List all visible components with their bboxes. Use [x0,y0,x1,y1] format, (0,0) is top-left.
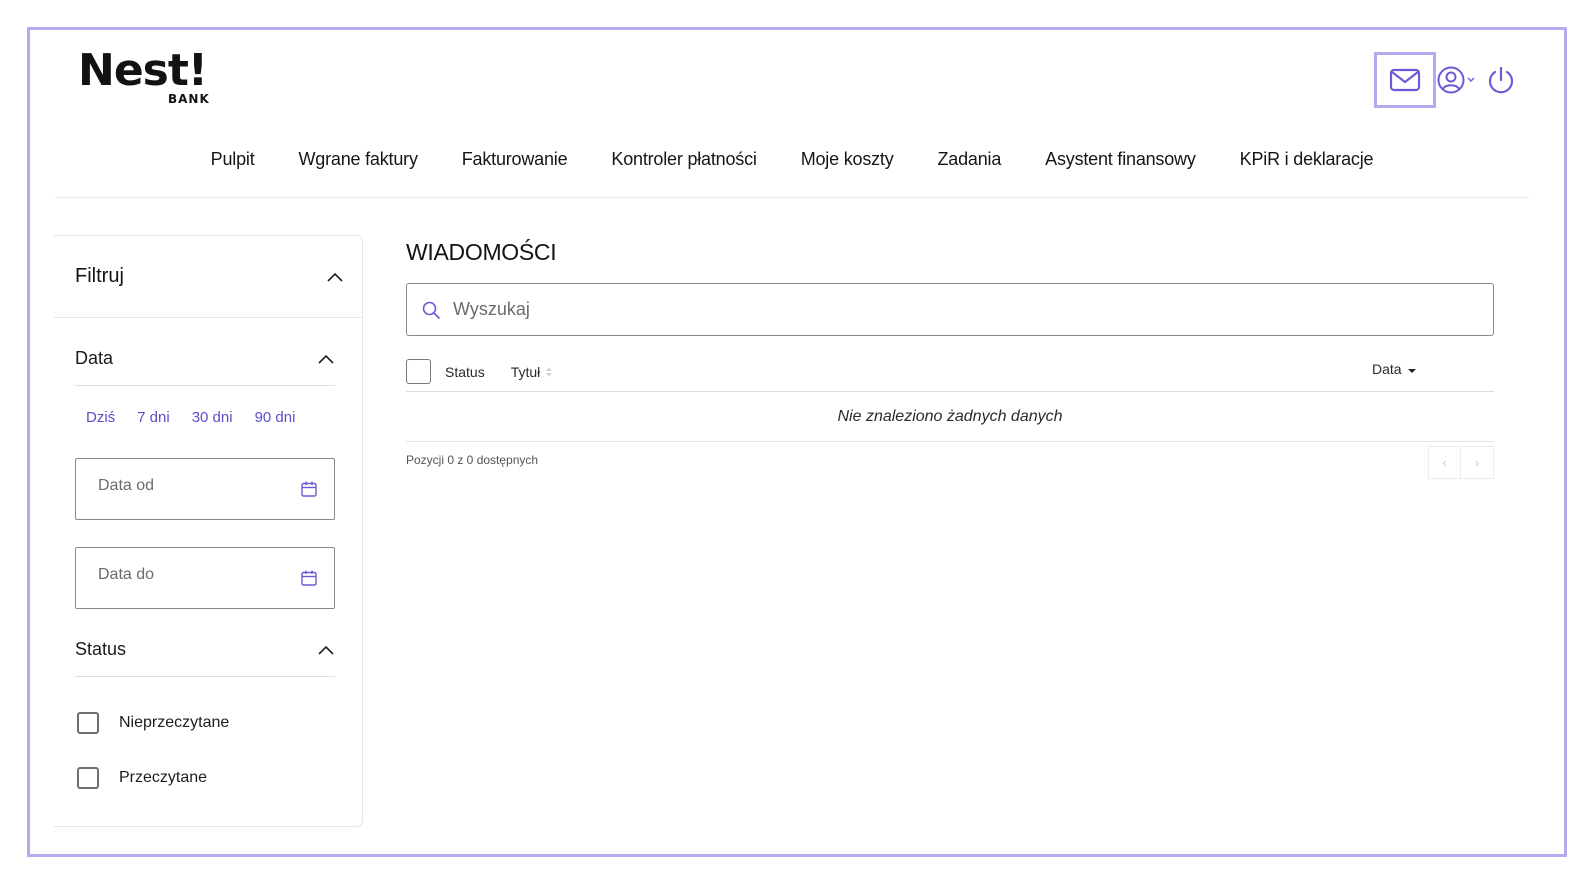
quick-date-7-days[interactable]: 7 dni [126,408,181,428]
date-to-field[interactable] [75,547,335,609]
filter-title: Filtruj [75,265,124,287]
nav-item-kontroler-platnosci[interactable]: Kontroler płatności [589,142,778,176]
quick-date-90-days[interactable]: 90 dni [244,408,307,428]
status-option-label: Nieprzeczytane [119,713,230,731]
quick-date-range: Dziś 7 dni 30 dni 90 dni [75,408,335,428]
column-date[interactable]: Data [1372,361,1418,377]
chevron-down-icon [1467,77,1475,82]
prev-page-button[interactable]: ‹ [1428,445,1461,479]
date-to-input[interactable] [98,566,288,584]
table-footer: Pozycji 0 z 0 dostępnych ‹ › [406,444,1494,480]
header-actions [1374,52,1516,108]
nest-bank-logo[interactable]: Nest! BANK [78,45,218,107]
nav-item-pulpit[interactable]: Pulpit [189,142,277,176]
column-status[interactable]: Status [445,364,485,380]
quick-date-30-days[interactable]: 30 dni [181,408,244,428]
status-section-title: Status [75,639,127,659]
filter-sidebar: Filtruj Data Dziś 7 dni 30 dni 90 dni Da… [54,235,363,827]
status-section: Status Nieprzeczytane Przeczytane [75,609,335,805]
logout-button[interactable] [1486,65,1516,95]
nav-item-kpir-deklaracje[interactable]: KPiR i deklaracje [1218,142,1396,176]
status-option-unread[interactable]: Nieprzeczytane [75,695,335,750]
status-option-label: Przeczytane [119,768,208,786]
empty-state: Nie znaleziono żadnych danych [406,392,1494,442]
sort-icon [544,365,554,379]
calendar-icon[interactable] [300,480,318,498]
quick-date-today[interactable]: Dziś [75,408,126,428]
search-icon [422,301,440,319]
nav-item-asystent-finansowy[interactable]: Asystent finansowy [1023,142,1217,176]
unread-checkbox[interactable] [77,711,99,734]
date-section: Data Dziś 7 dni 30 dni 90 dni [75,318,335,609]
nav-item-moje-koszty[interactable]: Moje koszty [779,142,916,176]
nav-item-fakturowanie[interactable]: Fakturowanie [440,142,590,176]
search-input[interactable] [453,299,1453,320]
power-icon [1488,66,1514,94]
status-section-header[interactable]: Status [75,609,335,677]
user-menu-button[interactable] [1436,65,1476,95]
status-option-read[interactable]: Przeczytane [75,750,335,805]
nav-item-wgrane-faktury[interactable]: Wgrane faktury [277,142,440,176]
date-section-title: Data [75,348,114,368]
sort-desc-icon [1406,362,1418,376]
logo-wordmark: Nest! [78,45,208,96]
select-all-checkbox[interactable] [406,359,431,384]
date-from-input[interactable] [98,477,288,495]
filter-header[interactable]: Filtruj [54,236,362,318]
mail-icon [1389,68,1421,92]
app-frame: Nest! BANK Pulpit Wgrane faktury Fakturo… [27,27,1567,857]
read-checkbox[interactable] [77,766,99,789]
next-page-button[interactable]: › [1461,445,1494,479]
calendar-icon[interactable] [300,569,318,587]
nav-item-zadania[interactable]: Zadania [916,142,1024,176]
page-title: WIADOMOŚCI [406,239,557,265]
chevron-up-icon[interactable] [317,644,335,656]
messages-panel: WIADOMOŚCI Status Tytuł Data [406,235,1494,480]
main-nav: Pulpit Wgrane faktury Fakturowanie Kontr… [55,142,1529,198]
chevron-up-icon[interactable] [317,353,335,365]
page-info: Pozycji 0 z 0 dostępnych [406,453,539,467]
date-from-field[interactable] [75,458,335,520]
column-title[interactable]: Tytuł [511,364,555,380]
column-title-label: Tytuł [510,363,541,380]
status-options: Nieprzeczytane Przeczytane [75,695,335,805]
search-field[interactable] [406,283,1494,336]
column-date-label: Data [1372,361,1402,377]
user-icon [1437,66,1465,94]
table-header: Status Tytuł Data [406,358,1494,392]
pagination: ‹ › [1428,445,1494,479]
messages-button[interactable] [1374,52,1436,108]
date-section-header[interactable]: Data [75,318,335,386]
chevron-up-icon[interactable] [326,271,344,283]
logo-sub: BANK [168,92,210,106]
